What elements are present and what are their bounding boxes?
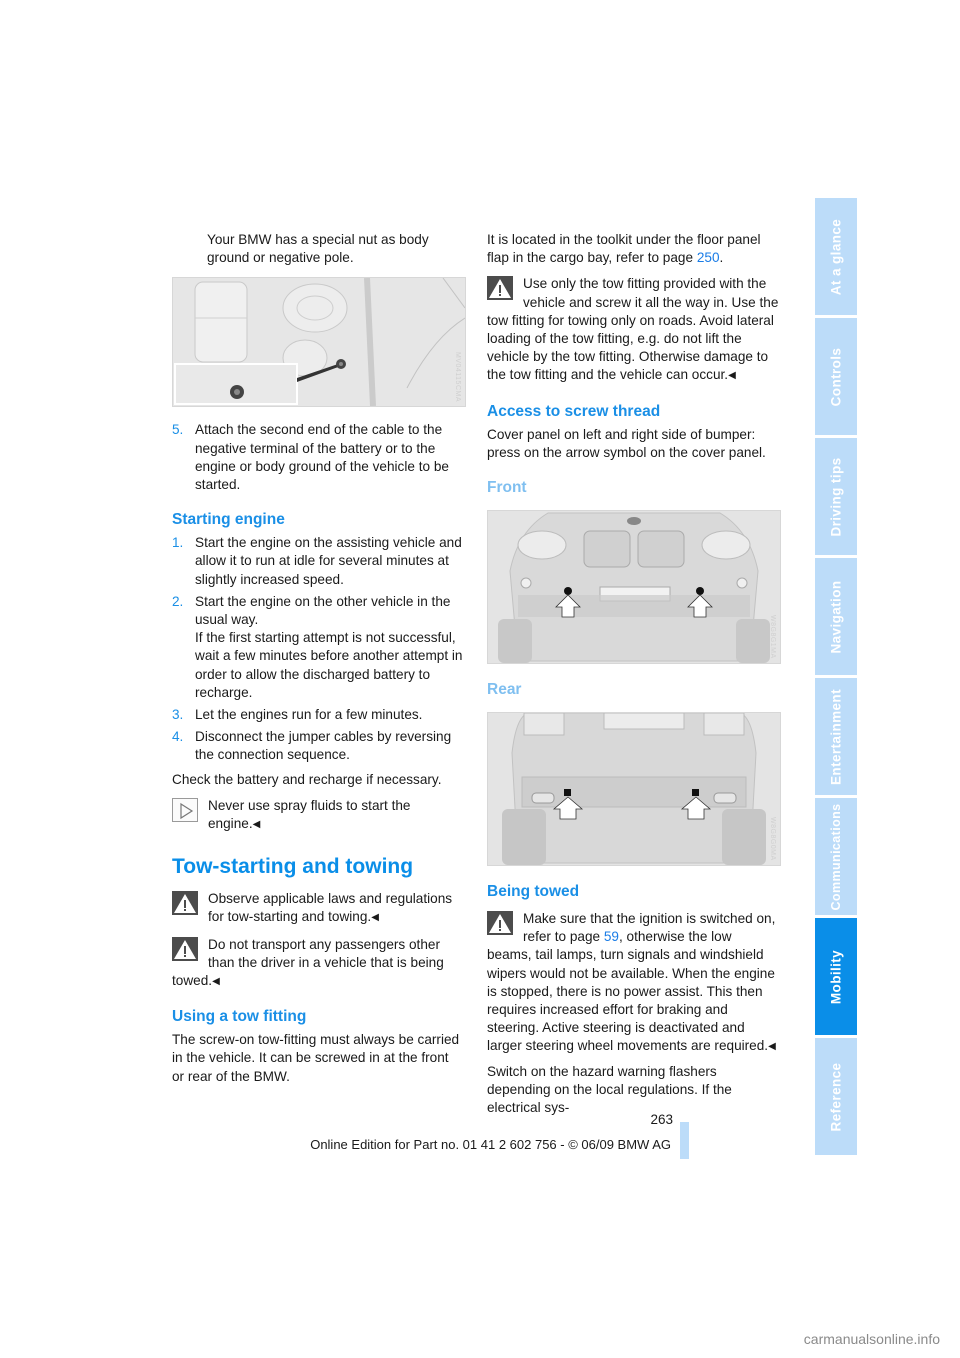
end-mark-icon: ◀ (728, 370, 736, 382)
tab-entertainment[interactable]: Entertainment (815, 678, 857, 795)
hazard-text: Switch on the hazard warning flashers de… (487, 1063, 732, 1116)
step-number: 5. (172, 422, 184, 438)
warning-text: Observe applicable laws and regulations … (208, 891, 453, 925)
step-text-continued: If the first starting attempt is not suc… (195, 630, 463, 700)
being-towed-warning: Make sure that the ignition is switched … (487, 910, 779, 1057)
starting-engine-steps: 1. Start the engine on the assisting veh… (172, 534, 464, 764)
step-text: Start the engine on the other vehicle in… (195, 593, 451, 628)
front-heading: Front (487, 479, 527, 497)
warning-text: Use only the tow fitting provided with t… (487, 276, 779, 383)
punctuation: . (719, 250, 724, 266)
tab-reference[interactable]: Reference (815, 1038, 857, 1155)
tab-label: Controls (828, 347, 844, 406)
page-number: 263 (650, 1112, 673, 1127)
step-text: Attach the second end of the cable to th… (195, 422, 449, 493)
engine-compartment-illustration (173, 278, 465, 407)
note-text: Never use spray fluids to start the engi… (208, 797, 411, 832)
tab-mobility[interactable]: Mobility (815, 918, 857, 1035)
edition-footer: Online Edition for Part no. 01 41 2 602 … (310, 1137, 671, 1152)
step-number: 3. (172, 707, 184, 723)
tow-fitting-warning: Use only the tow fitting provided with t… (487, 275, 779, 385)
tab-driving-tips[interactable]: Driving tips (815, 438, 857, 555)
tab-communications[interactable]: Communications (815, 798, 857, 915)
end-mark-icon: ◀ (768, 1041, 776, 1053)
tab-label: At a glance (828, 218, 844, 295)
tab-label: Communications (829, 803, 843, 910)
tab-label: Reference (828, 1062, 844, 1131)
step-number: 2. (172, 593, 184, 609)
page-link-59[interactable]: 59 (604, 929, 619, 944)
rear-bumper-figure: W8G8G0MA (487, 712, 781, 867)
note-arrow-icon (172, 797, 198, 822)
check-battery-text: Check the battery and recharge if necess… (172, 771, 442, 787)
warning-laws: Observe applicable laws and regulations … (172, 890, 464, 927)
step-5-list: 5. Attach the second end of the cable to… (172, 421, 464, 494)
figure-code: W8G8G0MA (769, 817, 776, 862)
rear-heading: Rear (487, 681, 522, 699)
end-mark-icon: ◀ (212, 976, 220, 988)
tab-label: Mobility (828, 949, 844, 1004)
step-text: Disconnect the jumper cables by reversin… (195, 729, 452, 763)
right-column: It is located in the toolkit under the f… (487, 231, 781, 1123)
warning-text-post: , otherwise the low beams, tail lamps, t… (487, 929, 775, 1054)
page-marker-bar (680, 1122, 689, 1159)
warning-triangle-icon (172, 891, 198, 916)
step-4: 4. Disconnect the jumper cables by rever… (172, 728, 464, 764)
step-number: 4. (172, 729, 184, 745)
step-3: 3. Let the engines run for a few minutes… (172, 706, 464, 724)
location-text: It is located in the toolkit under the f… (487, 231, 779, 267)
front-car-illustration (488, 511, 780, 664)
front-bumper-figure: W8G8G1MA (487, 510, 781, 665)
tab-label: Entertainment (828, 688, 844, 785)
rear-car-illustration (488, 713, 780, 866)
access-heading: Access to screw thread (487, 402, 661, 420)
left-column: Your BMW has a special nut as body groun… (172, 231, 466, 1092)
tab-at-a-glance[interactable]: At a glance (815, 198, 857, 315)
starting-engine-heading: Starting engine (172, 511, 285, 529)
tab-label: Navigation (828, 579, 844, 654)
tow-starting-heading: Tow-starting and towing (172, 855, 414, 879)
tab-navigation[interactable]: Navigation (815, 558, 857, 675)
step-5: 5. Attach the second end of the cable to… (172, 421, 464, 494)
figure-code: MV04115CMA (454, 352, 461, 403)
spray-fluid-note: Never use spray fluids to start the engi… (172, 797, 464, 834)
tow-fitting-heading: Using a tow fitting (172, 1008, 307, 1026)
warning-triangle-icon (172, 936, 198, 961)
access-text: Cover panel on left and right side of bu… (487, 426, 766, 460)
warning-passengers: Do not transport any passengers other th… (172, 936, 464, 992)
section-tabs: At a glance Controls Driving tips Naviga… (815, 198, 857, 1158)
step-number: 1. (172, 535, 184, 551)
site-watermark: carmanualsonline.info (803, 1331, 940, 1347)
step-2: 2. Start the engine on the other vehicle… (172, 593, 464, 702)
page-link-250[interactable]: 250 (697, 250, 720, 265)
warning-triangle-icon (487, 911, 513, 936)
end-mark-icon: ◀ (252, 819, 261, 831)
end-mark-icon: ◀ (371, 912, 379, 924)
intro-text: Your BMW has a special nut as body groun… (207, 232, 429, 266)
being-towed-heading: Being towed (487, 883, 580, 901)
tow-fitting-text: The screw-on tow-fitting must always be … (172, 1032, 460, 1084)
figure-code: W8G8G1MA (769, 615, 776, 660)
tab-label: Driving tips (828, 456, 844, 537)
step-text: Start the engine on the assisting vehicl… (195, 535, 462, 587)
step-1: 1. Start the engine on the assisting veh… (172, 534, 464, 589)
engine-ground-nut-figure: MV04115CMA (172, 277, 466, 408)
step-text: Let the engines run for a few minutes. (195, 707, 423, 723)
tab-controls[interactable]: Controls (815, 318, 857, 435)
warning-triangle-icon (487, 276, 513, 301)
